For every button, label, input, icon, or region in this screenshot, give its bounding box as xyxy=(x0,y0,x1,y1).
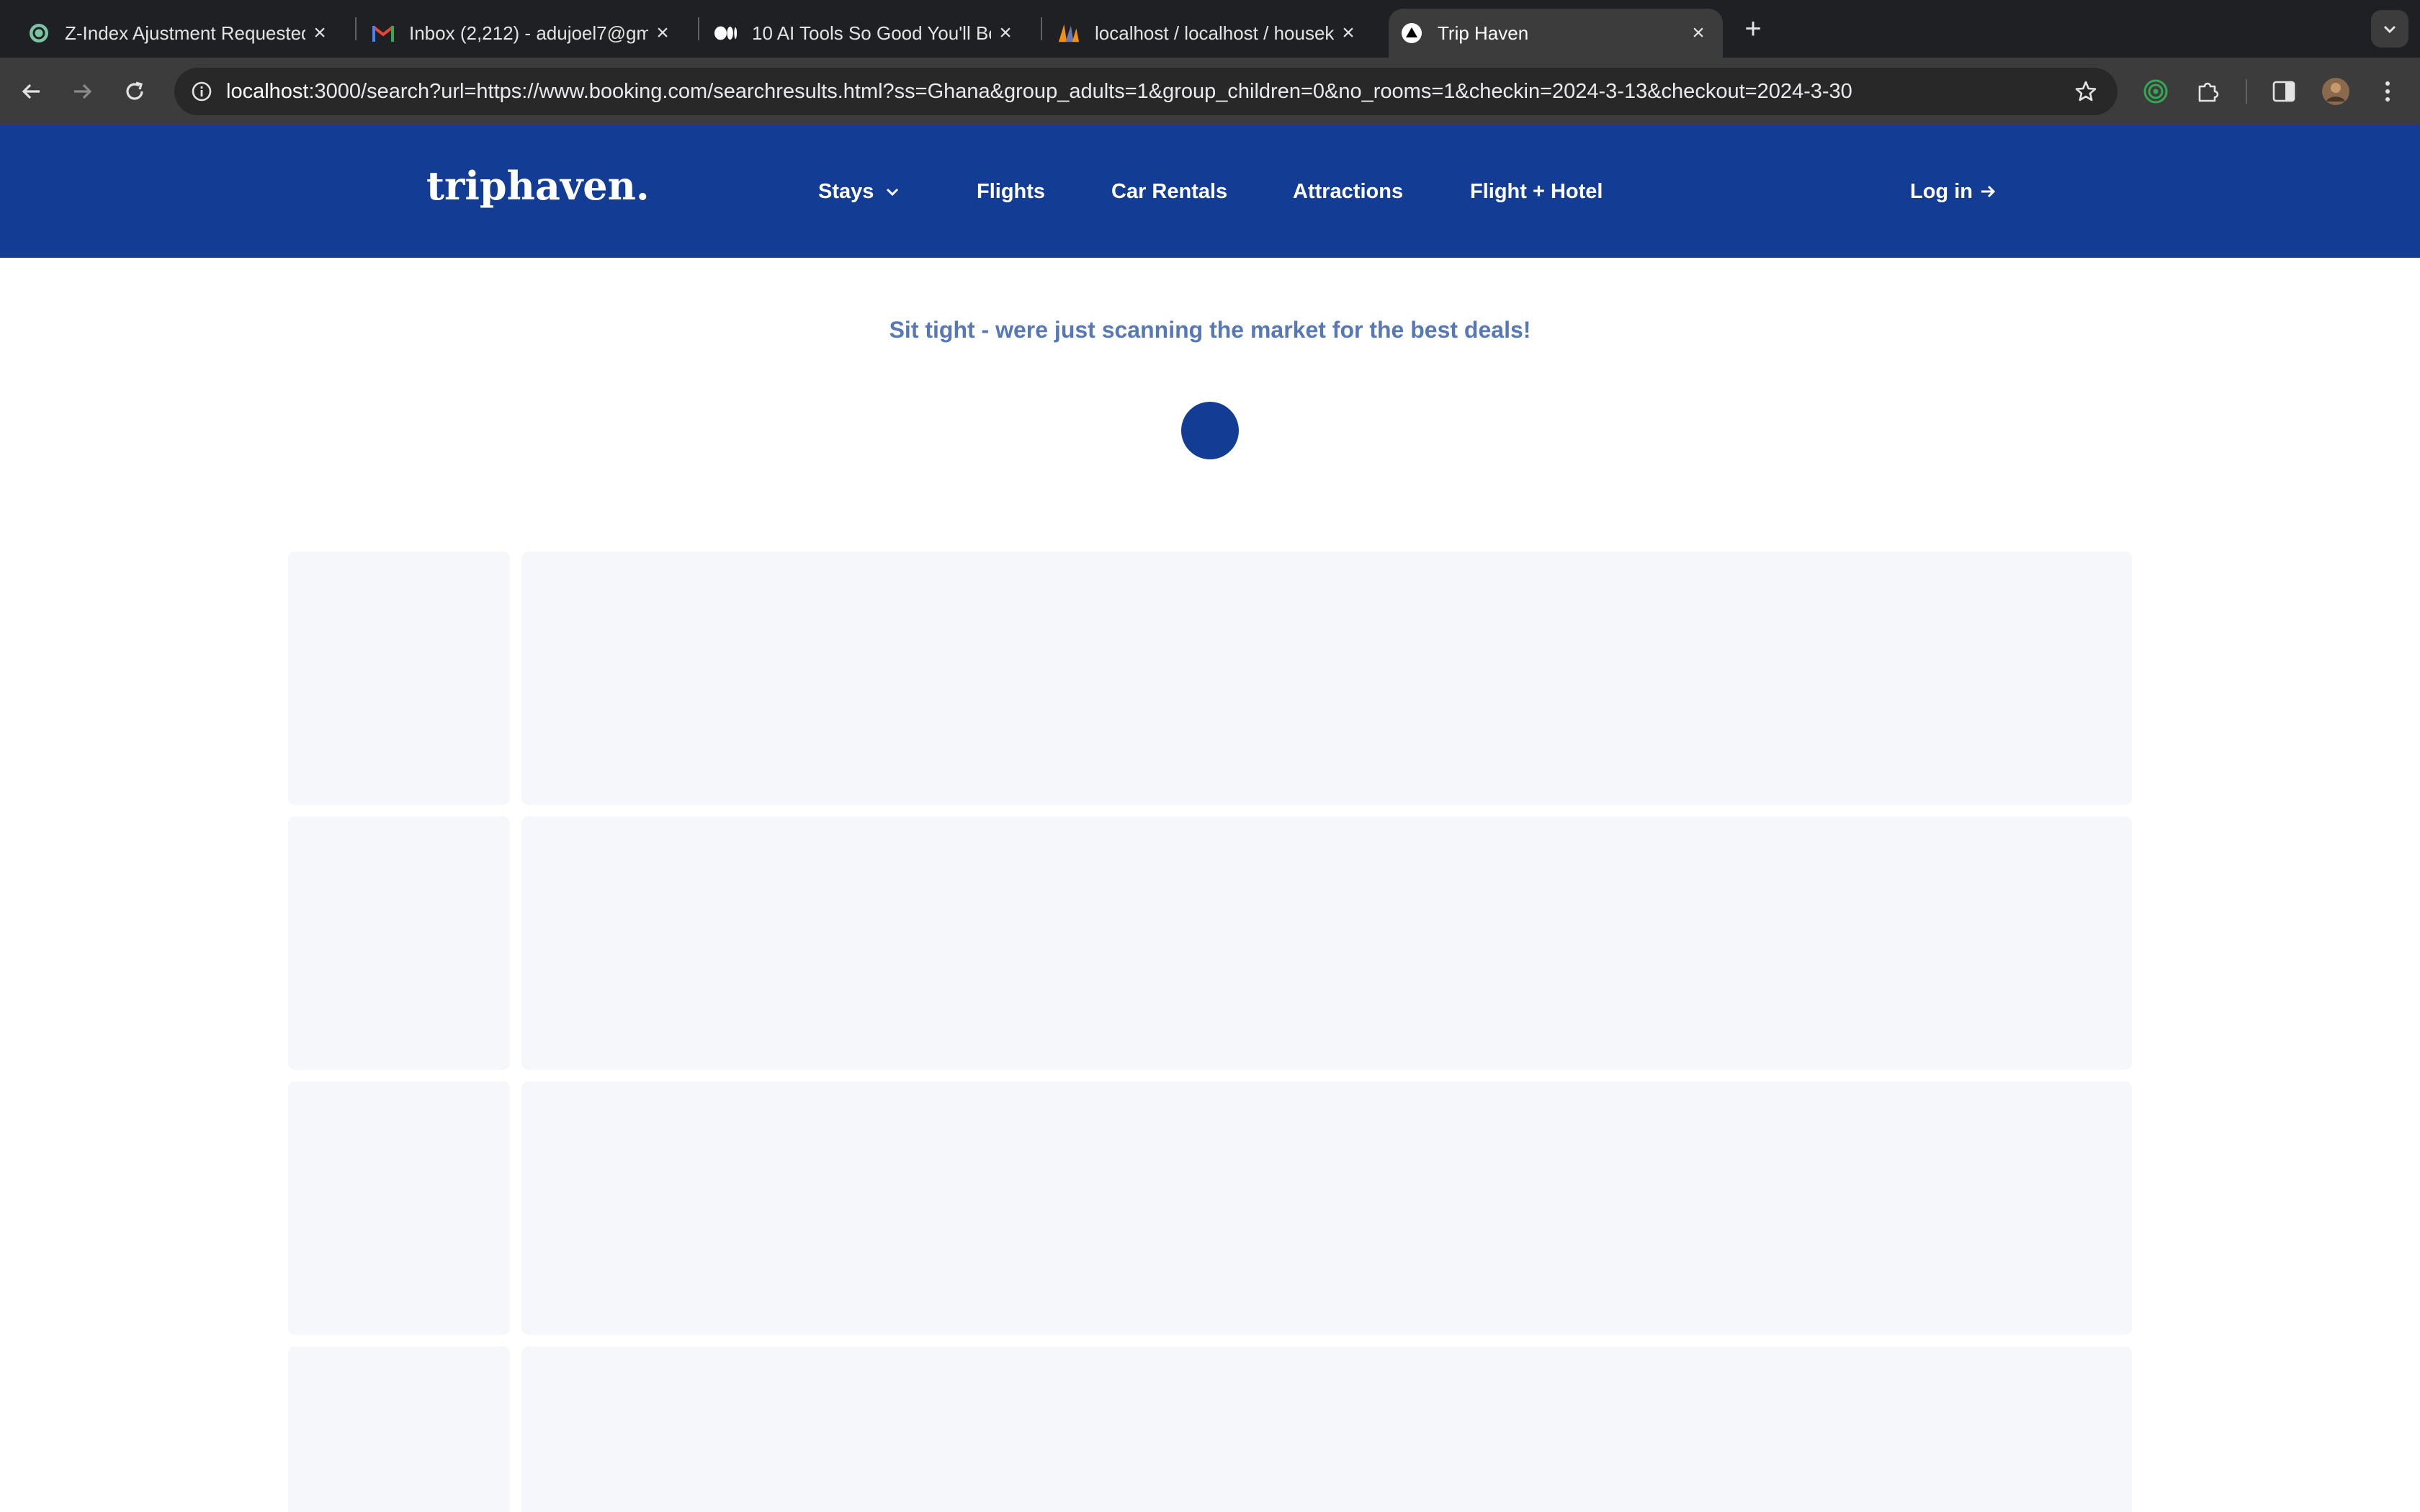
skeleton-thumbnail xyxy=(288,1081,510,1335)
more-menu-icon[interactable] xyxy=(2370,73,2406,109)
chevron-down-icon xyxy=(884,183,901,200)
close-icon[interactable]: × xyxy=(1334,19,1363,48)
arrow-left-icon xyxy=(22,84,40,99)
url-host: localhost xyxy=(226,80,309,103)
nav-stays[interactable]: Stays xyxy=(818,125,901,258)
login-link[interactable]: Log in xyxy=(1910,125,1997,258)
skeleton-card xyxy=(521,816,2132,1070)
loading-spinner xyxy=(1181,402,1239,459)
login-label: Log in xyxy=(1910,179,1973,203)
back-button[interactable] xyxy=(13,73,49,109)
browser-tab-active[interactable]: Trip Haven × xyxy=(1389,9,1723,58)
skeleton-thumbnail xyxy=(288,552,510,805)
site-logo[interactable]: triphaven. xyxy=(426,163,650,209)
nav-car-rentals[interactable]: Car Rentals xyxy=(1111,125,1227,258)
close-icon[interactable]: × xyxy=(991,19,1020,48)
reload-icon xyxy=(126,81,143,100)
site-info-icon[interactable] xyxy=(184,74,219,109)
address-bar[interactable]: localhost:3000/search?url=https://www.bo… xyxy=(174,68,2118,115)
bookmark-star-icon[interactable] xyxy=(2069,74,2103,109)
browser-tab-strip: Z-Index Ajustment Requested × Inbox (2,2… xyxy=(0,0,2420,58)
reload-button[interactable] xyxy=(117,73,153,109)
site-header: triphaven. Stays Flights Car Rentals Att… xyxy=(0,125,2420,258)
arrow-right-icon xyxy=(1978,182,1997,201)
triangle-icon xyxy=(1400,22,1423,45)
tab-title: localhost / localhost / housek xyxy=(1095,22,1334,44)
nav-stays-label: Stays xyxy=(818,179,874,203)
nav-flights[interactable]: Flights xyxy=(977,125,1045,258)
url-path: :3000/search?url=https://www.booking.com… xyxy=(308,80,1852,103)
medium-icon xyxy=(714,22,738,45)
toolbar-divider xyxy=(2246,79,2247,104)
url-text[interactable]: localhost:3000/search?url=https://www.bo… xyxy=(226,68,1852,115)
profile-avatar[interactable] xyxy=(2318,73,2354,109)
browser-tab[interactable]: Z-Index Ajustment Requested × xyxy=(0,9,344,58)
chevron-down-icon xyxy=(2383,25,2396,34)
tab-title: Z-Index Ajustment Requested xyxy=(65,22,305,44)
close-icon[interactable]: × xyxy=(305,19,334,48)
loading-message: Sit tight - were just scanning the marke… xyxy=(889,317,1531,343)
close-icon[interactable]: × xyxy=(1684,19,1713,48)
skeleton-card xyxy=(521,1346,2132,1512)
skeleton-thumbnail xyxy=(288,1346,510,1512)
browser-tab[interactable]: localhost / localhost / housek × xyxy=(1030,9,1373,58)
nav-flight-hotel[interactable]: Flight + Hotel xyxy=(1470,125,1603,258)
skeleton-thumbnail xyxy=(288,816,510,1070)
tab-title: 10 AI Tools So Good You'll Be xyxy=(752,22,991,44)
skeleton-card xyxy=(521,1081,2132,1335)
skeleton-card xyxy=(521,552,2132,805)
extension-target-icon[interactable] xyxy=(2138,73,2174,109)
browser-tab[interactable]: 10 AI Tools So Good You'll Be × xyxy=(687,9,1030,58)
tab-title: Inbox (2,212) - adujoel7@gmail.com xyxy=(409,22,648,44)
new-tab-button[interactable]: + xyxy=(1736,12,1770,46)
side-panel-icon[interactable] xyxy=(2266,73,2302,109)
phpmyadmin-icon xyxy=(1057,22,1080,45)
browser-tab[interactable]: Inbox (2,212) - adujoel7@gmail.com × xyxy=(344,9,687,58)
forward-button[interactable] xyxy=(65,73,101,109)
tab-search-button[interactable] xyxy=(2371,10,2408,48)
arrow-right-icon xyxy=(74,84,92,99)
chatgpt-icon xyxy=(27,22,50,45)
browser-toolbar: localhost:3000/search?url=https://www.bo… xyxy=(0,58,2420,125)
tab-title: Trip Haven xyxy=(1438,22,1529,44)
close-icon[interactable]: × xyxy=(648,19,677,48)
gmail-icon xyxy=(372,22,395,45)
extensions-puzzle-icon[interactable] xyxy=(2190,73,2226,109)
nav-attractions[interactable]: Attractions xyxy=(1293,125,1403,258)
